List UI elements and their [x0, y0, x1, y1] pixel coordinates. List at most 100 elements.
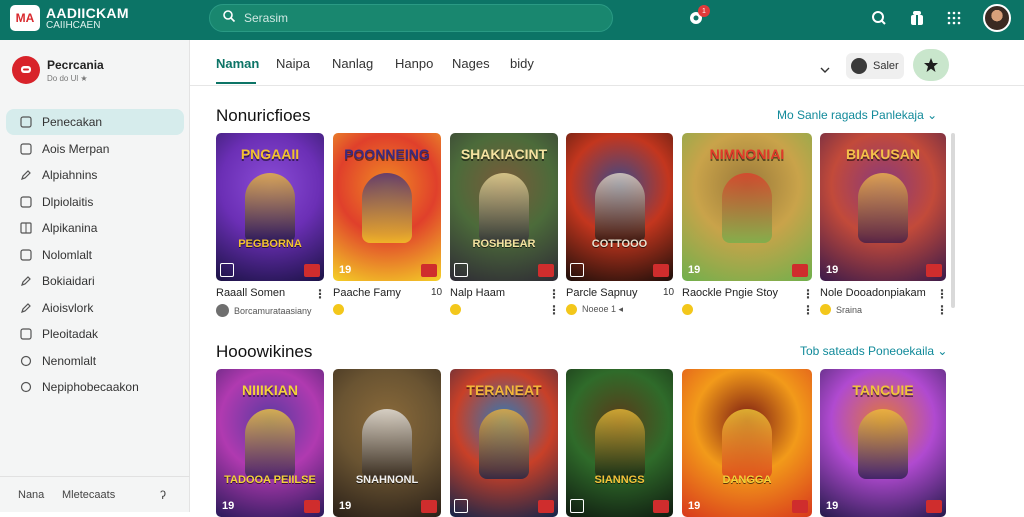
game-card[interactable]: DANGGA 19 — [682, 369, 812, 517]
card-art-title: NIIIKIAN — [242, 382, 298, 398]
card-art-title: TERANEAT — [466, 382, 542, 398]
sidebar-item[interactable]: Pleoitadak — [6, 321, 184, 347]
game-title[interactable]: Nalp Haam — [450, 287, 505, 299]
more-options-icon[interactable]: ⋮ — [802, 303, 814, 317]
section-link[interactable]: Mo Sanle ragads Panlekaja ⌄ — [777, 108, 937, 122]
coin-icon — [333, 304, 344, 315]
game-title[interactable]: Raaall Somen — [216, 287, 285, 299]
card-character-art — [722, 409, 772, 479]
logo-badge: MA — [10, 5, 40, 31]
card-art-subtitle: SNAHNONL — [355, 474, 419, 486]
sidebar-item[interactable]: Nepiphobecaakon — [6, 374, 184, 400]
rating-badge-icon — [653, 264, 669, 277]
game-meta: Noeoe 1 ◂ — [566, 304, 623, 315]
sidebar-item[interactable]: Bokiaidari — [6, 268, 184, 294]
game-title[interactable]: Raockle Pngie Stoy — [682, 287, 778, 299]
more-options-icon[interactable]: ⋮ — [936, 303, 948, 317]
search-input[interactable] — [244, 11, 544, 25]
sidebar-item[interactable]: Alpiahnins — [6, 162, 184, 188]
footer-link[interactable]: Mletecaats — [62, 489, 115, 501]
card-rank: 19 — [339, 264, 352, 276]
sidebar-item[interactable]: Aois Merpan — [6, 136, 184, 162]
more-options-icon[interactable]: ⋮ — [936, 287, 948, 301]
game-card[interactable]: PNGAAII PEGBORNA — [216, 133, 324, 281]
chevron-down-icon[interactable] — [820, 60, 830, 78]
game-title[interactable]: Parcle Sapnuy — [566, 287, 638, 299]
coin-icon — [450, 304, 461, 315]
section-title: Nonuricfioes — [216, 106, 311, 125]
card-art-subtitle: PEGBORNA — [238, 238, 302, 250]
sidebar-item-label: Dlpiolaitis — [42, 194, 94, 209]
game-card[interactable]: NIMNONIAI 19 — [682, 133, 812, 281]
game-meta — [333, 304, 349, 315]
circle-icon — [20, 355, 32, 367]
sidebar-item[interactable]: Alpikanina — [6, 215, 184, 241]
game-card[interactable]: SHAKIACINT ROSHBEAR — [450, 133, 558, 281]
game-meta: Borcamurataasiany — [216, 304, 312, 317]
rating-badge-icon — [926, 264, 942, 277]
card-character-art — [858, 409, 908, 479]
game-card[interactable]: NIIIKIAN TADOOA PEIILSE 19 — [216, 369, 324, 517]
user-icon — [851, 58, 867, 74]
top-header: MA AADIICKAM CAIIHCAEN 1 — [0, 0, 1024, 40]
game-card[interactable]: TANCUIE 19 — [820, 369, 946, 517]
sidebar-item-label: Bokiaidari — [42, 274, 95, 288]
user-avatar[interactable] — [983, 4, 1011, 32]
search-icon[interactable] — [869, 8, 889, 28]
platform-icon — [220, 263, 234, 277]
square-icon — [20, 116, 32, 128]
sort-button[interactable]: Saler — [846, 53, 904, 79]
more-options-icon[interactable]: ⋮ — [314, 287, 326, 301]
tab-item[interactable]: Naipa — [276, 56, 310, 71]
scrollbar[interactable] — [951, 133, 955, 308]
card-art-subtitle: ROSHBEAR — [472, 238, 536, 250]
tab-item[interactable]: Nages — [452, 56, 490, 71]
game-card[interactable]: SIANNGS — [566, 369, 673, 517]
sidebar-item[interactable]: Penecakan — [6, 109, 184, 135]
section-link[interactable]: Tob sateads Poneoekaila ⌄ — [800, 344, 948, 358]
app-logo[interactable]: MA AADIICKAM CAIIHCAEN — [10, 5, 129, 31]
game-meta: Sraina — [820, 304, 862, 315]
game-count[interactable]: 10 — [431, 287, 442, 298]
card-rank: 19 — [222, 500, 235, 512]
rating-badge-icon — [926, 500, 942, 513]
card-rank: 19 — [339, 500, 352, 512]
game-title[interactable]: Nole Dooadonpiakam — [820, 287, 926, 299]
footer-link[interactable]: Nana — [18, 489, 44, 501]
notification-bell-icon[interactable]: 1 — [686, 5, 710, 28]
notification-badge: 1 — [698, 5, 710, 17]
card-character-art — [858, 173, 908, 243]
game-card[interactable]: BIAKUSAN 19 — [820, 133, 946, 281]
game-card[interactable]: COTTOOO — [566, 133, 673, 281]
more-options-icon[interactable]: ⋮ — [548, 303, 560, 317]
apps-grid-icon[interactable] — [944, 8, 964, 28]
game-card[interactable]: POONNEING 19 — [333, 133, 441, 281]
sidebar-item-label: Alpiahnins — [42, 168, 98, 182]
game-title[interactable]: Paache Famy — [333, 287, 401, 299]
more-options-icon[interactable]: ⋮ — [802, 287, 814, 301]
favorite-button[interactable] — [913, 49, 949, 81]
tab-item[interactable]: bidy — [510, 56, 534, 71]
tab-item[interactable]: Nanlag — [332, 56, 373, 71]
profile-card[interactable]: Pecrcania Do do Ul ★ — [12, 56, 104, 84]
tab-item[interactable]: Hanpo — [395, 56, 433, 71]
card-character-art — [362, 173, 412, 243]
game-count[interactable]: 10 — [663, 287, 674, 298]
gift-icon[interactable] — [907, 8, 927, 28]
game-card[interactable]: SNAHNONL 19 — [333, 369, 441, 517]
sidebar-item[interactable]: Nenomlalt — [6, 348, 184, 374]
sidebar-item[interactable]: Aioisvlork — [6, 295, 184, 321]
card-art-title: SHAKIACINT — [460, 146, 548, 162]
sidebar-nav: Penecakan Aois Merpan Alpiahnins Dlpiolaiti… — [6, 109, 184, 401]
more-options-icon[interactable]: ⋮ — [548, 287, 560, 301]
pencil-icon — [20, 169, 32, 181]
game-card[interactable]: TERANEAT — [450, 369, 558, 517]
search-bar[interactable] — [209, 4, 613, 32]
sidebar-item[interactable]: Nolomlalt — [6, 242, 184, 268]
square-icon — [20, 195, 32, 208]
section-title: Hooowikines — [216, 342, 313, 361]
sidebar-item[interactable]: Dlpiolaitis — [6, 189, 184, 215]
platform-icon — [570, 499, 584, 513]
tab-item[interactable]: Naman — [216, 56, 259, 71]
help-icon[interactable]: ʔ — [160, 488, 166, 502]
